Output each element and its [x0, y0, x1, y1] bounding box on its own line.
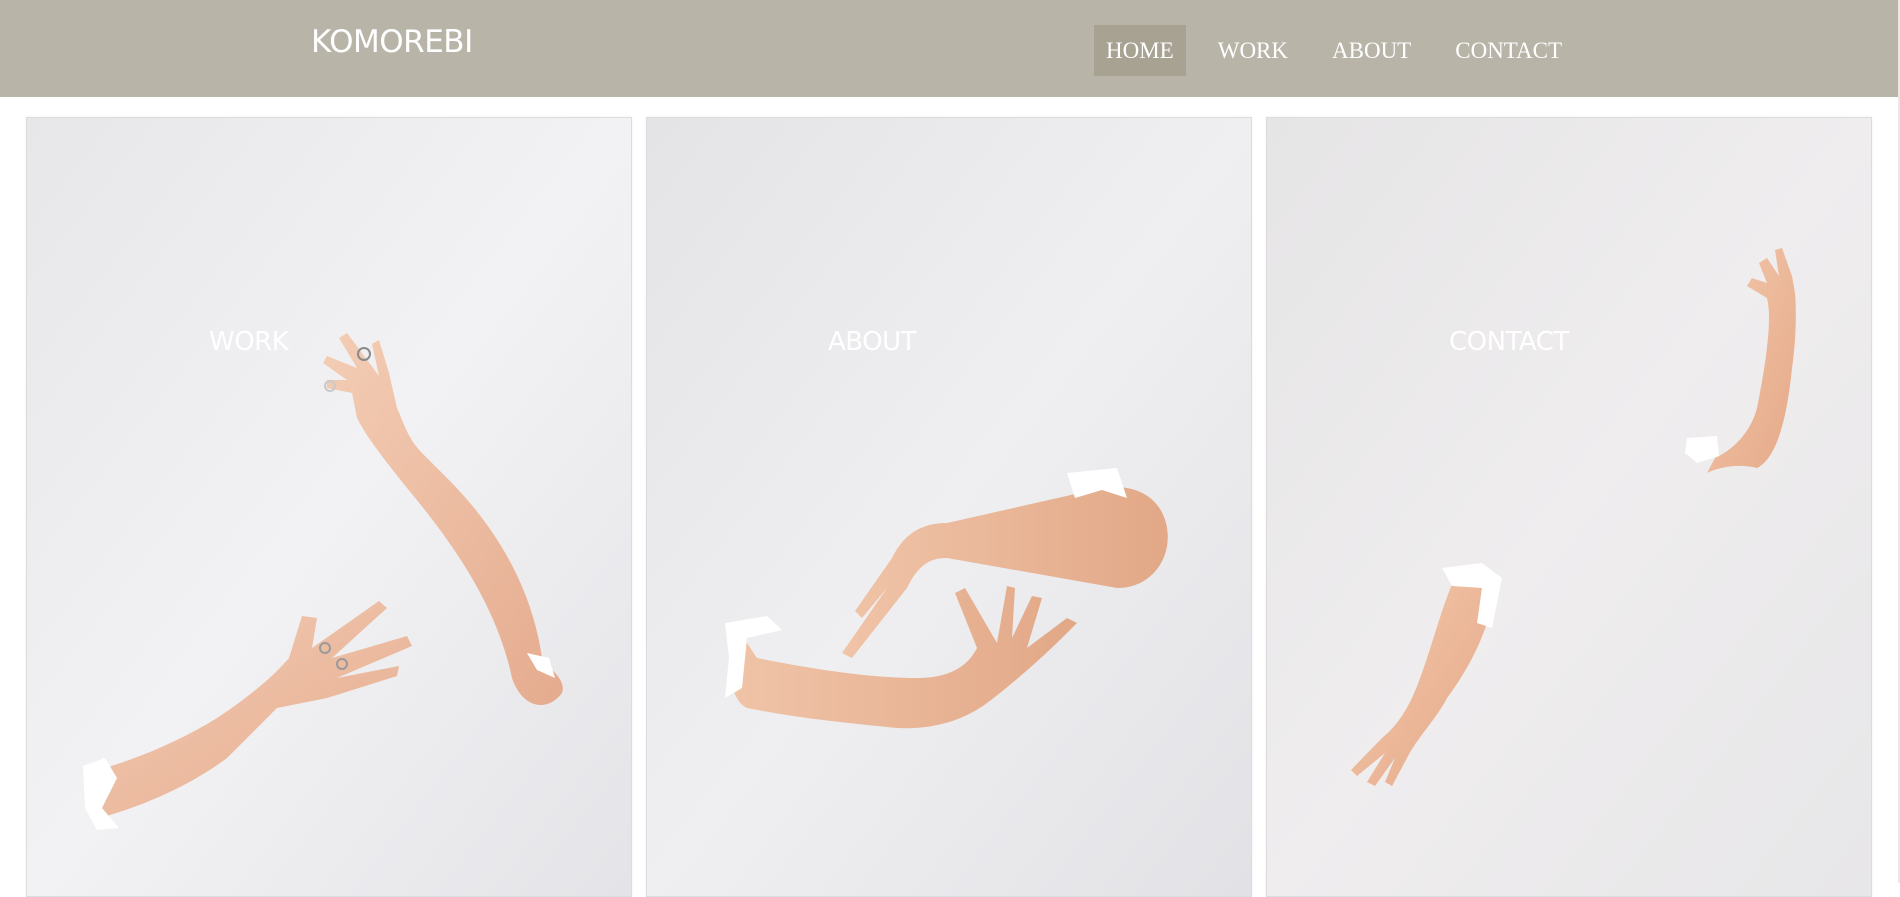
card-about[interactable]: ABOUT	[646, 117, 1252, 897]
card-contact-image	[1267, 118, 1871, 896]
card-grid: WORK ABOUT CONTACT	[0, 0, 1900, 897]
card-work-image	[27, 118, 631, 896]
card-about-title: ABOUT	[828, 327, 917, 357]
card-contact[interactable]: CONTACT	[1266, 117, 1872, 897]
card-about-image	[647, 118, 1251, 896]
card-contact-title: CONTACT	[1449, 327, 1569, 357]
card-work-title: WORK	[209, 327, 289, 357]
card-work[interactable]: WORK	[26, 117, 632, 897]
